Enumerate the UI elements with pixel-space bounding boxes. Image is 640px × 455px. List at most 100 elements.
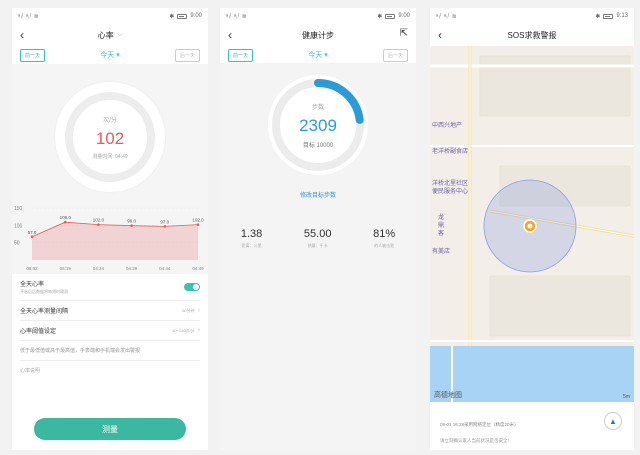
map-label: 便民服务中心 <box>432 189 469 195</box>
status-bar: ᵃᵢˡ ᵃᵢˡ ≋ ✱ 9:00 <box>12 8 208 24</box>
y-tick-label: 50 <box>14 241 20 247</box>
clock: 9:13 <box>616 13 628 19</box>
prev-day-button[interactable]: 前一天 <box>228 48 254 62</box>
interval-label: 全天心率测量间隔 <box>20 309 69 315</box>
navigation-icon: ▲ <box>609 416 617 426</box>
signal-icon: ᵃᵢˡ ᵃᵢˡ ≋ <box>436 13 458 20</box>
data-point <box>130 224 133 227</box>
page-title: 健康计步 <box>302 30 334 40</box>
battery-icon <box>385 13 396 19</box>
threshold-value: 40~140次/分 <box>172 328 195 333</box>
steps-card: 步数 2309 目标 10000 修改目标步数 1.38 距离：公里 55.00 热… <box>220 63 416 258</box>
data-label: 97.0 <box>160 219 169 224</box>
back-icon[interactable]: ‹ <box>20 28 24 42</box>
map-canvas <box>430 46 634 402</box>
status-bar: ᵃᵢˡ ᵃᵢˡ ≋ ✱ 9:00 <box>220 8 416 24</box>
heart-rate-area <box>32 222 198 260</box>
navigate-button[interactable]: ▲ <box>604 412 622 430</box>
share-icon[interactable]: ⇱ <box>400 28 408 39</box>
interval-row[interactable]: 全天心率测量间隔 60分钟 › <box>20 301 200 321</box>
steps-stats: 1.38 距离：公里 55.00 热量：千卡 81% 的人被击败 <box>220 228 416 249</box>
map-logo: 高德地图 <box>434 392 462 399</box>
measure-button[interactable]: 测量 <box>34 418 186 440</box>
map-label: 有美店 <box>432 249 451 255</box>
data-label: 67.0 <box>28 230 37 235</box>
day-selector: 前一天 今天 ▾ 后一天 <box>220 46 416 64</box>
signal-icon: ᵃᵢˡ ᵃᵢˡ ≋ <box>226 13 248 20</box>
data-point <box>30 235 34 239</box>
data-label: 102.0 <box>93 218 105 223</box>
heart-rate-note: 心率说明 <box>20 368 41 374</box>
day-selector: 前一天 今天 ▾ 后一天 <box>12 46 208 64</box>
bluetooth-icon: ✱ <box>595 13 601 20</box>
sos-hint: 请立刻确认家人当前状况是否安全！ <box>440 438 512 443</box>
status-bar: ᵃᵢˡ ᵃᵢˡ ≋ ✱ 9:13 <box>430 8 634 24</box>
heart-rate-ring: 次/分 102 测量时间: 04:49 <box>55 82 165 192</box>
steps-label: 步数 <box>311 104 324 111</box>
data-label: 102.0 <box>192 218 204 223</box>
data-point <box>97 223 100 226</box>
stat-distance: 1.38 距离：公里 <box>240 228 263 248</box>
x-tick-label: 04:44 <box>159 266 171 271</box>
caret-down-icon: ▾ <box>116 52 120 59</box>
interval-value: 60分钟 <box>182 308 195 313</box>
chevron-down-icon[interactable]: ⌵ <box>118 32 123 39</box>
edit-goal-link[interactable]: 修改目标步数 <box>220 190 416 199</box>
data-point <box>63 220 67 224</box>
data-point <box>163 225 167 228</box>
title-bar: ‹ SOS求救警报 <box>430 24 634 46</box>
data-point <box>196 223 200 226</box>
next-day-button[interactable]: 后一天 <box>174 48 200 62</box>
threshold-hint: 低于最低值或高于最高值，手表端和手机端会发出警报 <box>20 341 200 361</box>
page-title: 心率 <box>97 30 114 40</box>
allday-sub: 开启后后数据将每隔时隔测 <box>20 289 68 294</box>
day-dropdown[interactable]: 今天 ▾ <box>308 50 327 60</box>
sos-screen: ᵃᵢˡ ᵃᵢˡ ≋ ✱ 9:13 ‹ SOS求救警报 中西兴地产 老洋桥副食店 … <box>430 8 634 450</box>
x-tick-label: 08:19 <box>60 266 72 271</box>
map-label: 老洋桥副食店 <box>432 149 469 155</box>
day-dropdown[interactable]: 今天 ▾ <box>100 50 119 60</box>
day-label: 今天 <box>308 52 323 59</box>
map-scale: 5m <box>623 394 630 400</box>
heart-rate-value: 102 <box>95 128 125 148</box>
allday-label: 全天心率 <box>20 282 45 288</box>
sos-info-panel: 09-01 16:28采用网络定位（精度20米） 请立刻确认家人当前状况是否安全… <box>430 402 634 450</box>
steps-value: 2309 <box>299 115 337 135</box>
steps-screen: ᵃᵢˡ ᵃᵢˡ ≋ ✱ 9:00 ‹ 健康计步 ⇱ 前一天 今天 ▾ 后一天 步数… <box>220 8 416 450</box>
allday-toggle[interactable] <box>184 283 200 291</box>
battery-icon <box>603 13 614 19</box>
chevron-right-icon: › <box>197 307 200 314</box>
stat-beaten: 81% 的人被击败 <box>373 228 396 248</box>
day-label: 今天 <box>100 52 115 59</box>
map-label: 龙鼎客 <box>438 215 445 237</box>
clock: 9:00 <box>398 13 410 19</box>
heart-rate-screen: ᵃᵢˡ ᵃᵢˡ ≋ ✱ 9:00 ‹ 心率 ⌵ 前一天 今天 ▾ 后一天 次/分 … <box>12 8 208 450</box>
settings-list: 全天心率 开启后后数据将每隔时隔测 全天心率测量间隔 60分钟 › 心率阈值设定 4… <box>12 274 208 374</box>
caret-down-icon: ▾ <box>324 52 328 59</box>
y-tick-label: 100 <box>14 223 23 229</box>
chevron-right-icon: › <box>197 327 200 334</box>
x-tick-label: 04:29 <box>126 266 138 271</box>
heart-rate-unit: 次/分 <box>103 117 117 124</box>
map-label: 中西兴地产 <box>432 123 463 129</box>
data-label: 109.0 <box>60 215 72 220</box>
location-time: 09-01 16:28采用网络定位（精度20米） <box>440 422 519 427</box>
threshold-label: 心率阈值设定 <box>20 329 57 335</box>
title-bar: ‹ 健康计步 ⇱ <box>220 24 416 46</box>
clock: 9:00 <box>190 13 202 19</box>
x-tick-label: 08:02 <box>26 266 38 271</box>
map-view[interactable]: 中西兴地产 老洋桥副食店 洋桥北里社区 便民服务中心 龙鼎客 有美店 高德地图 … <box>430 46 634 402</box>
x-tick-label: 04:49 <box>192 266 204 271</box>
bluetooth-icon: ✱ <box>169 13 175 20</box>
threshold-row[interactable]: 心率阈值设定 40~140次/分 › <box>20 321 200 341</box>
back-icon[interactable]: ‹ <box>228 28 232 42</box>
back-icon[interactable]: ‹ <box>438 28 442 42</box>
x-tick-label: 04:24 <box>93 266 105 271</box>
measure-time: 测量时间: 04:49 <box>92 153 128 160</box>
page-title: SOS求救警报 <box>507 30 557 40</box>
prev-day-button[interactable]: 前一天 <box>20 48 46 62</box>
title-bar: ‹ 心率 ⌵ <box>12 24 208 46</box>
y-tick-label: 150 <box>14 206 23 212</box>
bluetooth-icon: ✱ <box>377 13 383 20</box>
next-day-button[interactable]: 后一天 <box>382 48 408 62</box>
